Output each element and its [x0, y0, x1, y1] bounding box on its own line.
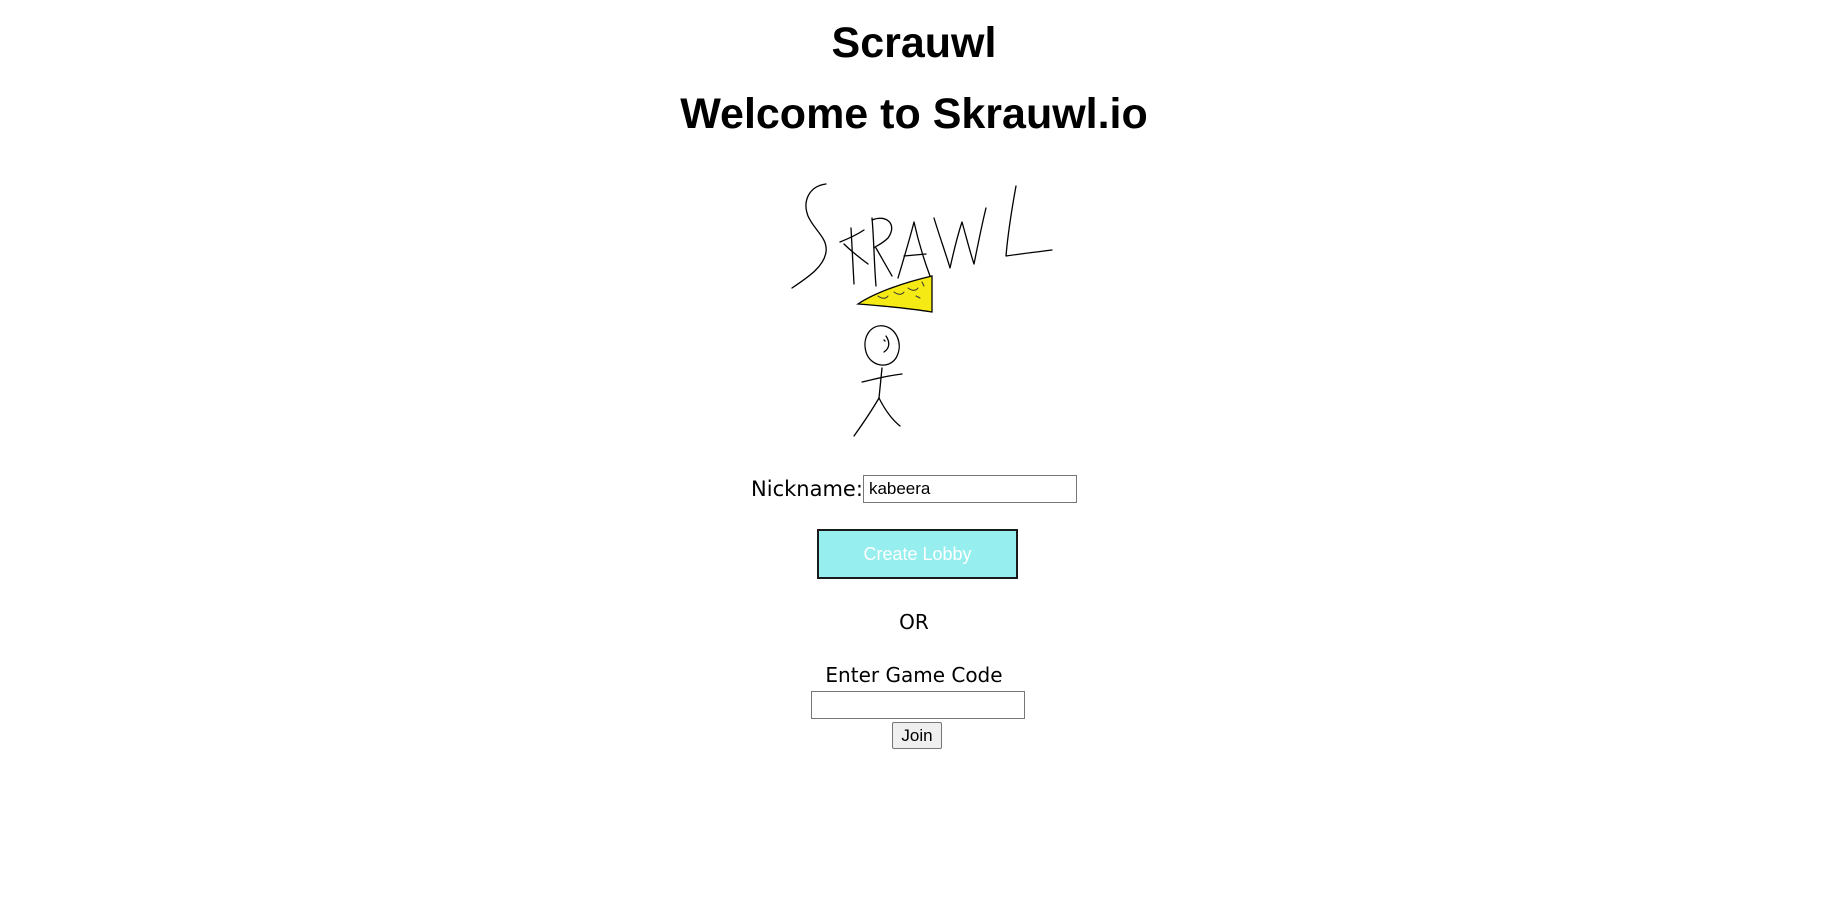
logo-image	[780, 178, 1060, 448]
nickname-input[interactable]	[862, 475, 1077, 503]
or-separator: OR	[899, 610, 929, 634]
welcome-heading: Welcome to Skrauwl.io	[680, 90, 1148, 138]
page: Scrauwl Welcome to Skrauwl.io Nickname: …	[0, 0, 1828, 923]
create-lobby-button[interactable]: Create Lobby	[817, 529, 1018, 579]
page-title: Scrauwl	[831, 19, 997, 67]
nickname-label: Nickname:	[751, 477, 863, 501]
nickname-row: Nickname:	[0, 474, 1828, 504]
stick-figure-logo-icon	[791, 183, 1053, 437]
game-code-label: Enter Game Code	[825, 663, 1003, 687]
join-button[interactable]: Join	[892, 722, 942, 749]
game-code-input[interactable]	[811, 691, 1025, 719]
